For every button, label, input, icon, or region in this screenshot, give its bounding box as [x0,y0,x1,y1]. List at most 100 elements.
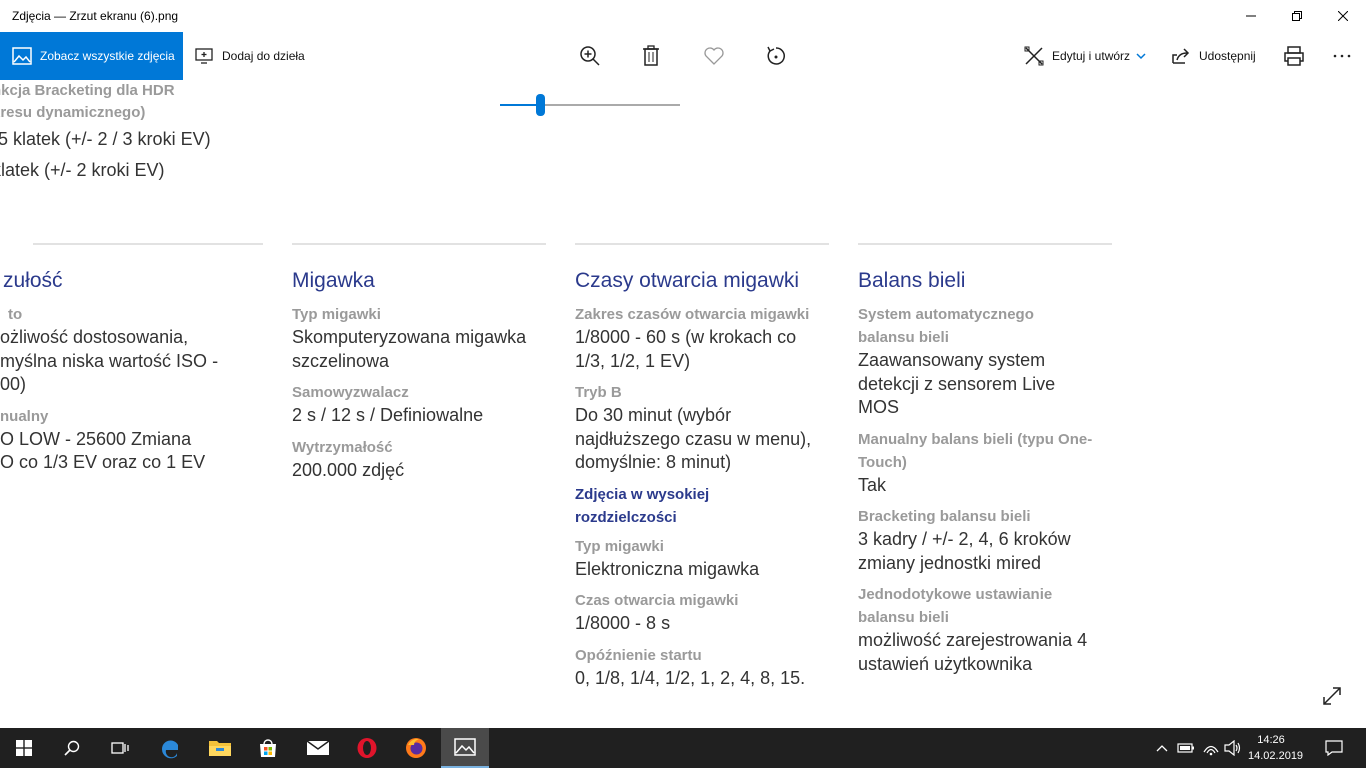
section-title: Balans bieli [858,269,966,292]
battery-icon [1177,743,1194,753]
share-icon [1172,48,1190,64]
divider [33,243,263,245]
delete-button[interactable] [639,44,663,68]
taskbar-mail[interactable] [294,728,342,768]
field-label: Typ migawki [292,306,381,323]
edit-create-label: Edytuj i utwórz [1052,49,1131,63]
network-button[interactable] [1200,728,1222,768]
share-button[interactable]: Udostępnij [1171,32,1256,80]
edit-create-icon [1024,46,1044,66]
field-label: Tryb B [575,384,622,401]
minimize-button[interactable] [1228,0,1274,32]
subsection-title: rozdzielczości [575,508,677,526]
restore-button[interactable] [1274,0,1320,32]
taskbar-opera[interactable] [343,728,391,768]
title-bar: Zdjęcia — Zrzut ekranu (6).png [0,0,1366,32]
clock-date: 14.02.2019 [1248,750,1304,762]
favorite-button[interactable] [702,44,726,68]
windows-icon [16,740,32,756]
section-title: Migawka [292,269,375,292]
show-hidden-icons-button[interactable] [1152,728,1172,768]
add-to-creation-label: Dodaj do dzieła [222,49,305,63]
see-all-photos-label: Zobacz wszystkie zdjęcia [40,49,175,63]
taskbar-file-explorer[interactable] [196,728,244,768]
taskbar-clock[interactable]: 14:26 14.02.2019 [1248,732,1304,764]
add-creation-icon [195,48,213,64]
zoom-in-button[interactable] [578,44,602,68]
close-button[interactable] [1320,0,1366,32]
start-button[interactable] [0,728,48,768]
battery-button[interactable] [1176,728,1196,768]
chevron-up-icon [1156,745,1168,752]
column-shutter-speeds: Czasy otwarcia migawki Zakres czasów otw… [575,243,829,698]
divider [858,243,1112,245]
taskbar-photos[interactable] [441,728,489,768]
speaker-icon [1224,740,1241,756]
zoom-slider-thumb[interactable] [535,94,545,116]
task-view-button[interactable] [96,728,144,768]
rotate-icon [767,46,785,65]
search-button[interactable] [48,728,96,768]
field-value: możliwość zarejestrowania 4 [858,630,1088,650]
field-value: Elektroniczna migawka [575,558,760,579]
divider [575,243,829,245]
divider [292,243,546,245]
field-label: Czas otwarcia migawki [575,592,739,609]
field-value: 1/8000 - 8 s [575,613,671,633]
field-label: Touch) [858,453,907,471]
rotate-button[interactable] [764,44,788,68]
edge-icon [161,740,178,759]
field-value: Tak [858,474,887,495]
taskbar: 14:26 14.02.2019 [0,728,1366,768]
opera-icon [357,738,377,758]
action-center-button[interactable] [1314,728,1354,768]
notification-icon [1325,740,1343,756]
field-label: Opóźnienie startu [575,646,702,664]
add-to-creation-button[interactable]: Dodaj do dzieła [194,32,305,80]
field-value: 1/3, 1/2, 1 EV) [575,350,691,371]
field-label: Wytrzymałość [292,438,393,456]
printer-icon [1284,46,1304,66]
share-label: Udostępnij [1199,49,1256,63]
folder-icon [209,741,231,756]
taskbar-store[interactable] [244,728,292,768]
zoom-slider-fill [500,104,540,106]
zoom-in-icon [580,46,600,66]
hdr-section: nkcja Bracketing dla HDR kresu dynamiczn… [0,80,292,186]
field-label: Typ migawki [575,537,664,555]
field-label: Bracketing balansu bieli [858,508,1031,525]
photos-icon [12,47,32,65]
field-value: 2 s / 12 s / Definiowalne [292,405,484,425]
edit-create-button[interactable]: Edytuj i utwórz [1024,32,1154,80]
hdr-label-line1: nkcja Bracketing dla HDR [0,82,175,99]
fullscreen-button[interactable] [1320,684,1344,708]
field-value: detekcji z sensorem Live [858,373,1056,394]
field-value: 3 kadry / +/- 2, 4, 6 kroków [858,529,1071,549]
taskbar-firefox[interactable] [392,728,440,768]
field-label: System automatycznego [858,306,1034,323]
field-label: Manualny balans bieli (typu One- [858,430,1093,448]
chevron-down-icon [1136,53,1146,60]
field-value: ustawień użytkownika [858,653,1033,674]
volume-button[interactable] [1222,728,1244,768]
taskbar-edge[interactable] [146,728,194,768]
mail-icon [306,740,330,755]
task-view-icon [111,742,129,754]
restore-icon [1292,11,1302,21]
more-options-button[interactable] [1330,44,1354,68]
field-label: Zakres czasów otwarcia migawki [575,306,810,323]
hdr-value-2: klatek (+/- 2 kroki EV) [0,160,165,180]
clock-time: 14:26 [1257,734,1285,746]
field-value: O LOW - 25600 Zmiana [0,428,192,449]
window-title: Zdjęcia — Zrzut ekranu (6).png [12,9,179,23]
photo-viewer: nkcja Bracketing dla HDR kresu dynamiczn… [0,80,1366,728]
zoom-slider[interactable] [500,94,680,116]
more-icon [1333,54,1351,58]
field-value: szczelinowa [292,350,390,371]
section-title: Czasy otwarcia migawki [575,269,800,292]
heart-icon [704,47,724,65]
print-button[interactable] [1282,44,1306,68]
column-white-balance: Balans bieli System automatycznego balan… [858,243,1112,684]
see-all-photos-button[interactable]: Zobacz wszystkie zdjęcia [0,32,183,80]
field-value: 0, 1/8, 1/4, 1/2, 1, 2, 4, 8, 15. [575,667,806,688]
